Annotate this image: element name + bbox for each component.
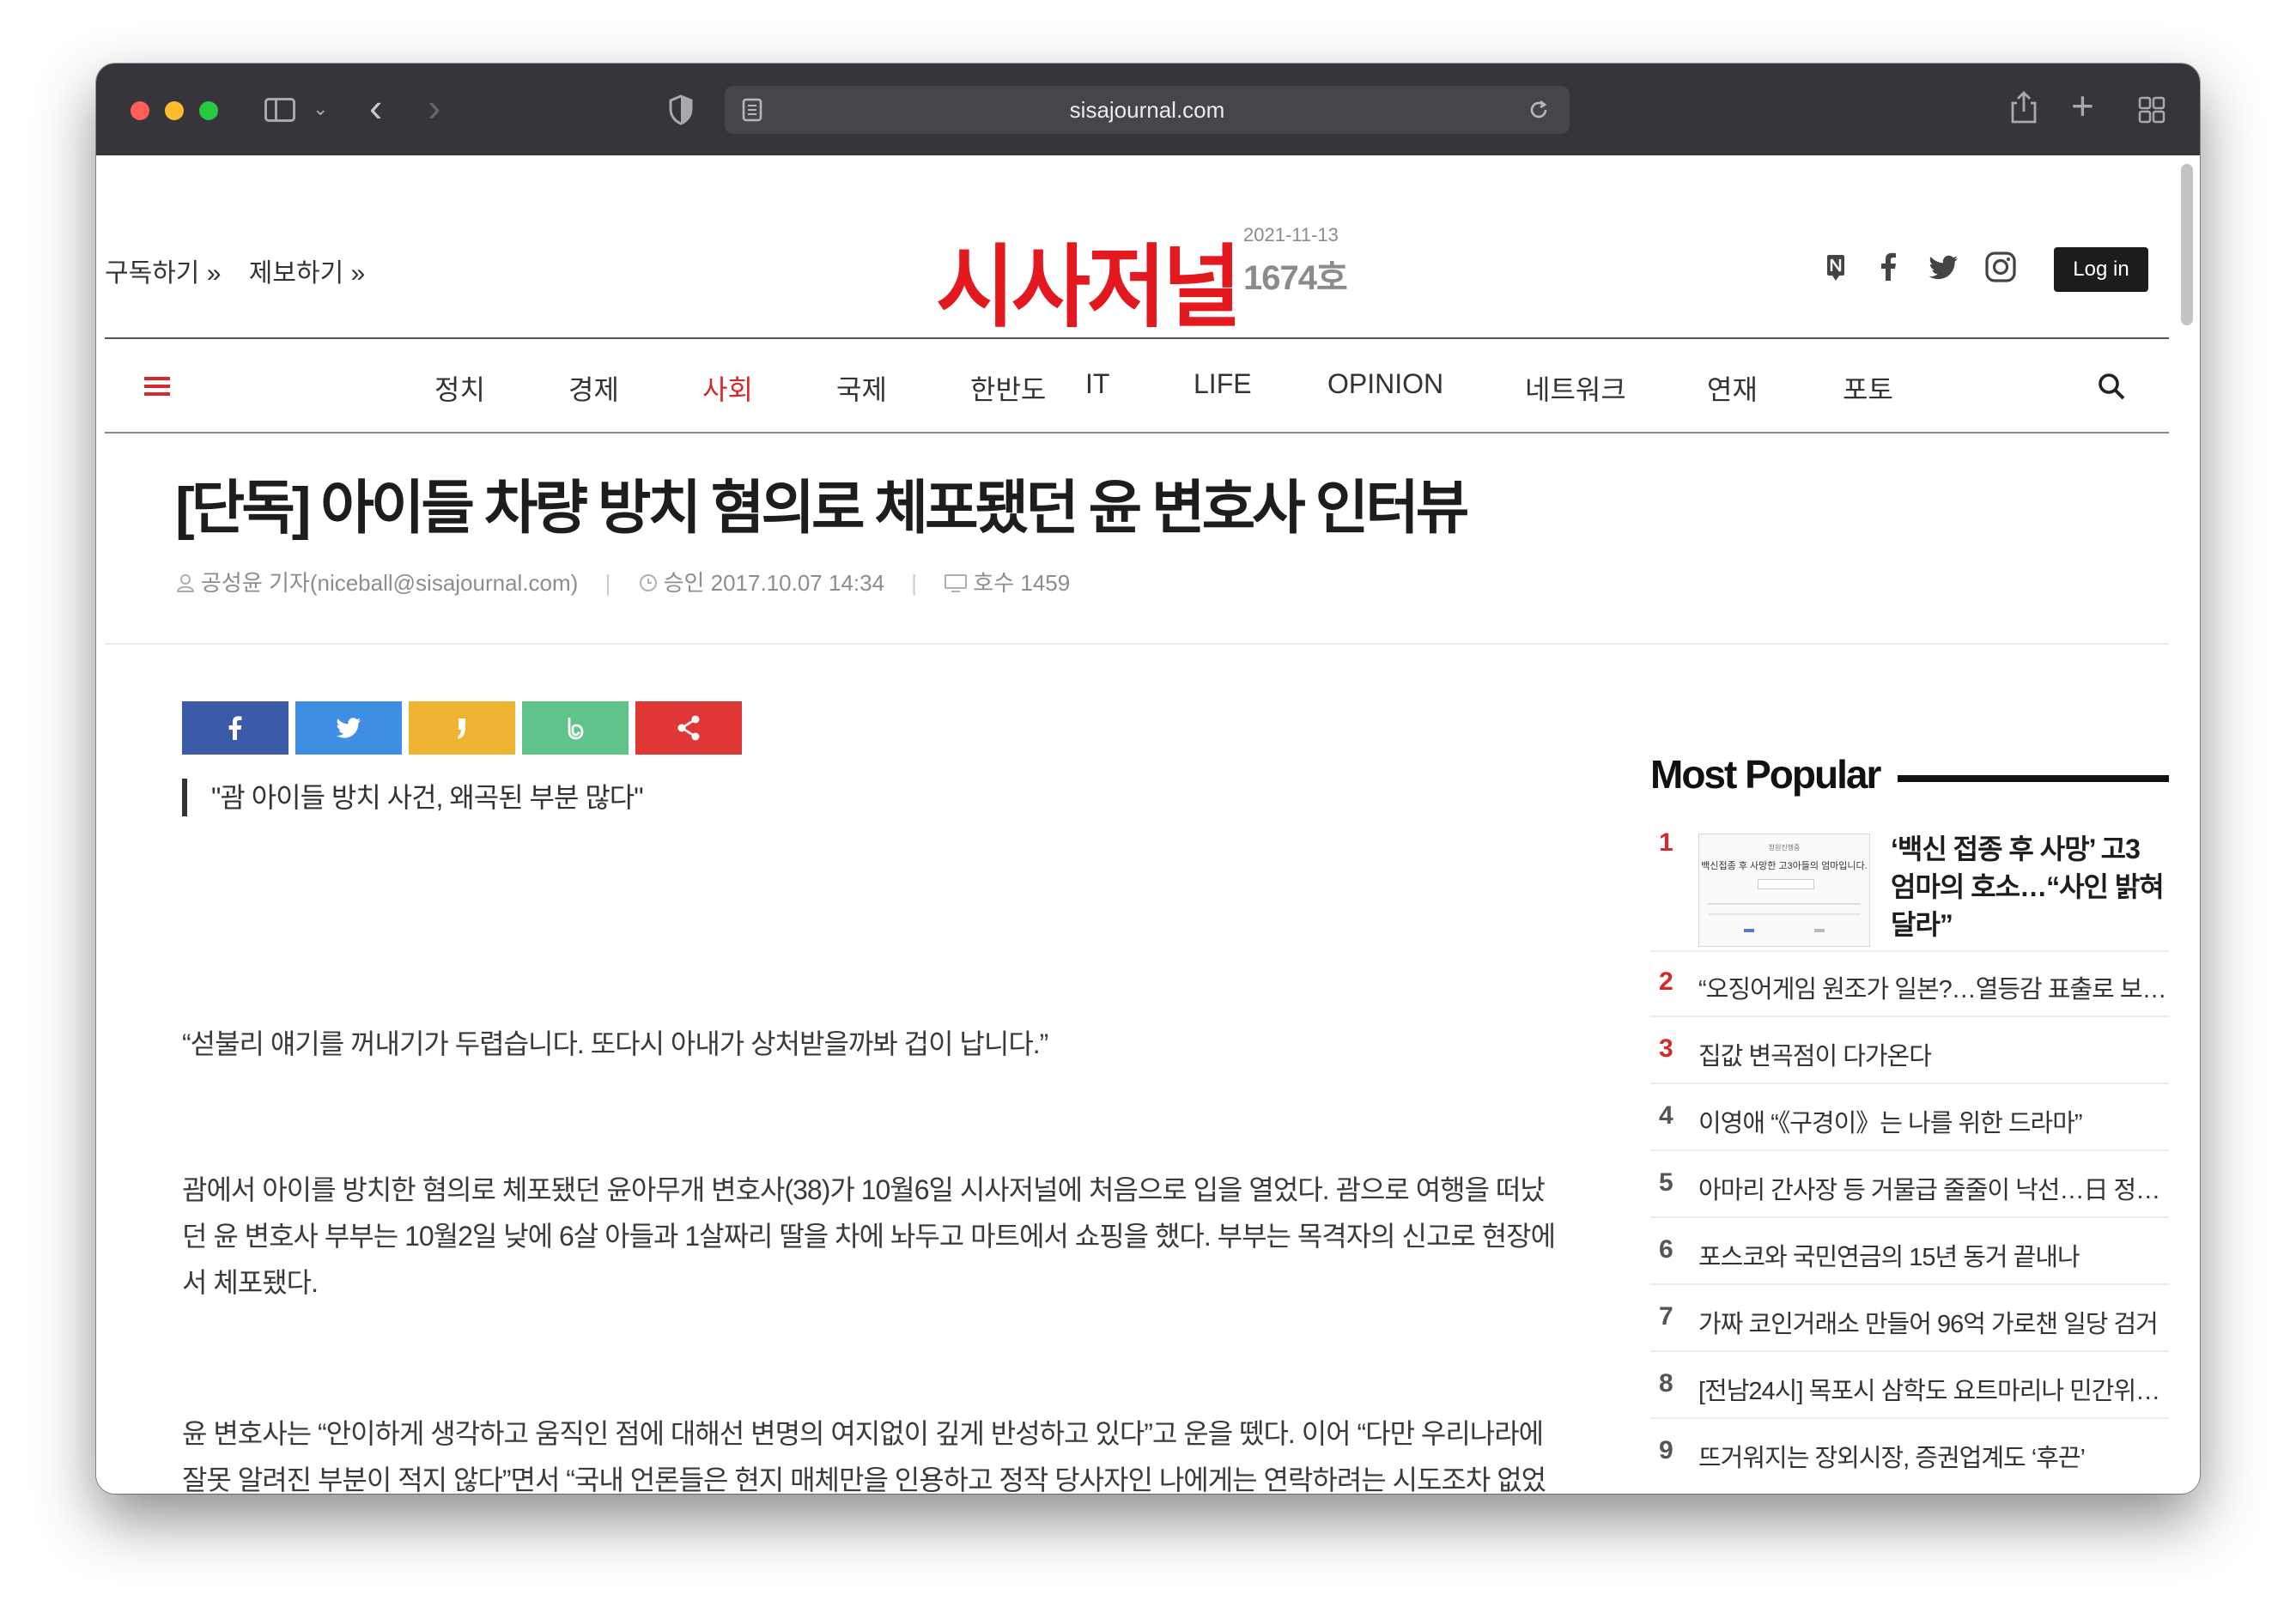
monitor-icon xyxy=(945,574,968,592)
site-logo[interactable]: 시사저널 xyxy=(936,214,1242,344)
close-window-button[interactable] xyxy=(131,101,149,120)
new-tab-icon[interactable]: + xyxy=(2071,86,2094,125)
kakaostory-icon xyxy=(458,719,465,739)
nav-item-photo[interactable]: 포토 xyxy=(1843,368,1893,408)
nav-item-network[interactable]: 네트워크 xyxy=(1525,368,1626,408)
issue-volume: 호수 1459 xyxy=(944,570,1070,596)
twitter-icon xyxy=(336,718,361,738)
main-navigation: 정치 경제 사회 국제 한반도 IT LIFE OPINION 네트워크 연재 … xyxy=(105,337,2169,434)
address-bar[interactable]: sisajournal.com xyxy=(725,86,1570,134)
sidebar-toggle-icon[interactable] xyxy=(264,98,295,122)
twitter-icon[interactable] xyxy=(1927,250,1961,284)
popular-rank: 1 xyxy=(1659,828,1673,857)
author[interactable]: 공성윤 기자(niceball@sisajournal.com) xyxy=(175,570,585,596)
issue-number: 1674호 xyxy=(1243,259,1348,297)
popular-rank: 4 xyxy=(1659,1101,1673,1130)
popular-title[interactable]: 이영애 “《구경이》는 나를 위한 드라마” xyxy=(1698,1103,2169,1139)
most-popular-heading: Most Popular xyxy=(1650,752,1881,797)
band-icon xyxy=(568,718,584,740)
chevron-down-icon[interactable]: ⌄ xyxy=(313,98,328,120)
popular-title[interactable]: [전남24시] 목포시 삼학도 요트마리나 민간위탁 논란 xyxy=(1698,1371,2169,1407)
article-paragraph-3: 윤 변호사는 “안이하게 생각하고 움직인 점에 대해선 변명의 여지없이 깊게… xyxy=(182,1418,1546,1494)
twitter-share-button[interactable] xyxy=(295,701,402,755)
share-nodes-icon xyxy=(677,715,700,741)
article-byline: 공성윤 기자(niceball@sisajournal.com) | 승인 20… xyxy=(175,566,1070,597)
popular-rank: 9 xyxy=(1659,1436,1673,1464)
nav-item-politics[interactable]: 정치 xyxy=(434,368,485,408)
subscribe-link[interactable]: 구독하기 » xyxy=(105,259,221,288)
popular-item-3[interactable]: 3 집값 변곡점이 다가온다 xyxy=(1650,1017,2169,1084)
popular-title[interactable]: 뜨거워지는 장외시장, 증권업계도 ‘후끈’ xyxy=(1698,1438,2169,1474)
nav-item-opinion[interactable]: OPINION xyxy=(1327,368,1443,400)
user-icon xyxy=(176,574,195,592)
issue-date: 2021-11-13 xyxy=(1243,224,1339,246)
kakao-share-button[interactable] xyxy=(409,701,515,755)
nav-item-international[interactable]: 국제 xyxy=(836,368,887,408)
browser-window: ⌄ ‹ › sisajournal.com + 구독하기 » 제보하기 » 시사… xyxy=(96,64,2200,1494)
url-text: sisajournal.com xyxy=(1069,97,1225,123)
popular-thumbnail[interactable]: 청원진행중 백신접종 후 사망한 고3아들의 엄마입니다. xyxy=(1698,834,1870,947)
article-paragraph-2: 괌에서 아이를 방치한 혐의로 체포됐던 윤아무개 변호사(38)가 10월6일… xyxy=(182,1174,1556,1298)
popular-title[interactable]: 포스코와 국민연금의 15년 동거 끝내나 xyxy=(1698,1237,2169,1273)
nav-item-korean-peninsula[interactable]: 한반도 xyxy=(970,368,1046,408)
popular-rank: 6 xyxy=(1659,1235,1673,1264)
facebook-icon[interactable] xyxy=(1872,250,1906,284)
hamburger-menu-icon[interactable] xyxy=(144,377,170,396)
naver-post-icon[interactable] xyxy=(1819,250,1853,284)
facebook-icon xyxy=(228,716,242,740)
popular-rank: 5 xyxy=(1659,1168,1673,1197)
browser-toolbar: ⌄ ‹ › sisajournal.com + xyxy=(96,64,2200,156)
popular-title[interactable]: ‘백신 접종 후 사망’ 고3 엄마의 호소…“사인 밝혀 달라” xyxy=(1891,830,2165,943)
zoom-window-button[interactable] xyxy=(199,101,218,120)
popular-rank: 7 xyxy=(1659,1302,1673,1331)
nav-item-life[interactable]: LIFE xyxy=(1194,368,1252,400)
privacy-shield-icon[interactable] xyxy=(668,94,694,130)
nav-item-series[interactable]: 연재 xyxy=(1707,368,1758,408)
web-page: 구독하기 » 제보하기 » 시사저널 2021-11-13 1674호 Log … xyxy=(96,155,2200,1494)
tab-overview-icon[interactable] xyxy=(2138,96,2165,128)
popular-item-6[interactable]: 6 포스코와 국민연금의 15년 동거 끝내나 xyxy=(1650,1218,2169,1285)
more-share-button[interactable] xyxy=(635,701,742,755)
article-paragraph-1: “섣불리 얘기를 꺼내기가 두렵습니다. 또다시 아내가 상처받을까봐 겁이 납… xyxy=(182,1028,1048,1059)
scrollbar-thumb[interactable] xyxy=(2181,164,2193,325)
nav-item-economy[interactable]: 경제 xyxy=(568,368,619,408)
back-arrow-icon[interactable]: ‹ xyxy=(369,88,382,127)
article-subtitle: "괌 아이들 방치 사건, 왜곡된 부분 많다" xyxy=(182,779,644,816)
login-button[interactable]: Log in xyxy=(2054,247,2148,292)
approved-time: 승인 2017.10.07 14:34 xyxy=(638,570,891,596)
popular-item-8[interactable]: 8 [전남24시] 목포시 삼학도 요트마리나 민간위탁 논란 xyxy=(1650,1352,2169,1419)
share-icon[interactable] xyxy=(2009,89,2038,130)
article-title: [단독] 아이들 차량 방치 혐의로 체포됐던 윤 변호사 인터뷰 xyxy=(175,476,1469,541)
utility-links: 구독하기 » 제보하기 » xyxy=(105,252,386,289)
popular-item-4[interactable]: 4 이영애 “《구경이》는 나를 위한 드라마” xyxy=(1650,1084,2169,1151)
popular-title[interactable]: 가짜 코인거래소 만들어 96억 가로챈 일당 검거 xyxy=(1698,1304,2169,1340)
nav-item-it[interactable]: IT xyxy=(1085,368,1109,400)
popular-item-7[interactable]: 7 가짜 코인거래소 만들어 96억 가로챈 일당 검거 xyxy=(1650,1285,2169,1352)
popular-item-2[interactable]: 2 “오징어게임 원조가 일본?…열등감 표출로 보여” xyxy=(1650,950,2169,1017)
popular-title[interactable]: 아마리 간사장 등 거물급 줄줄이 낙선…日 정계 지각변동 xyxy=(1698,1170,2169,1206)
band-share-button[interactable] xyxy=(522,701,629,755)
popular-title[interactable]: “오징어게임 원조가 일본?…열등감 표출로 보여” xyxy=(1698,969,2169,1005)
popular-rank: 2 xyxy=(1659,967,1673,996)
heading-rule xyxy=(1898,775,2169,782)
facebook-share-button[interactable] xyxy=(182,701,289,755)
report-link[interactable]: 제보하기 » xyxy=(249,259,365,288)
clock-icon xyxy=(639,574,657,591)
nav-item-society[interactable]: 사회 xyxy=(702,368,753,408)
popular-rank: 8 xyxy=(1659,1369,1673,1398)
instagram-icon[interactable] xyxy=(1983,250,2018,284)
popular-title[interactable]: 집값 변곡점이 다가온다 xyxy=(1698,1036,2169,1072)
popular-item-5[interactable]: 5 아마리 간사장 등 거물급 줄줄이 낙선…日 정계 지각변동 xyxy=(1650,1151,2169,1218)
divider xyxy=(105,643,2169,645)
popular-item-9[interactable]: 9 뜨거워지는 장외시장, 증권업계도 ‘후끈’ xyxy=(1650,1419,2169,1484)
popular-rank: 3 xyxy=(1659,1034,1673,1063)
minimize-window-button[interactable] xyxy=(165,101,184,120)
search-icon[interactable] xyxy=(2097,372,2126,405)
forward-arrow-icon[interactable]: › xyxy=(428,88,440,127)
popular-item-1[interactable]: 1 청원진행중 백신접종 후 사망한 고3아들의 엄마입니다. ‘백신 접종 후… xyxy=(1650,828,2169,952)
reload-icon[interactable] xyxy=(1527,98,1551,126)
